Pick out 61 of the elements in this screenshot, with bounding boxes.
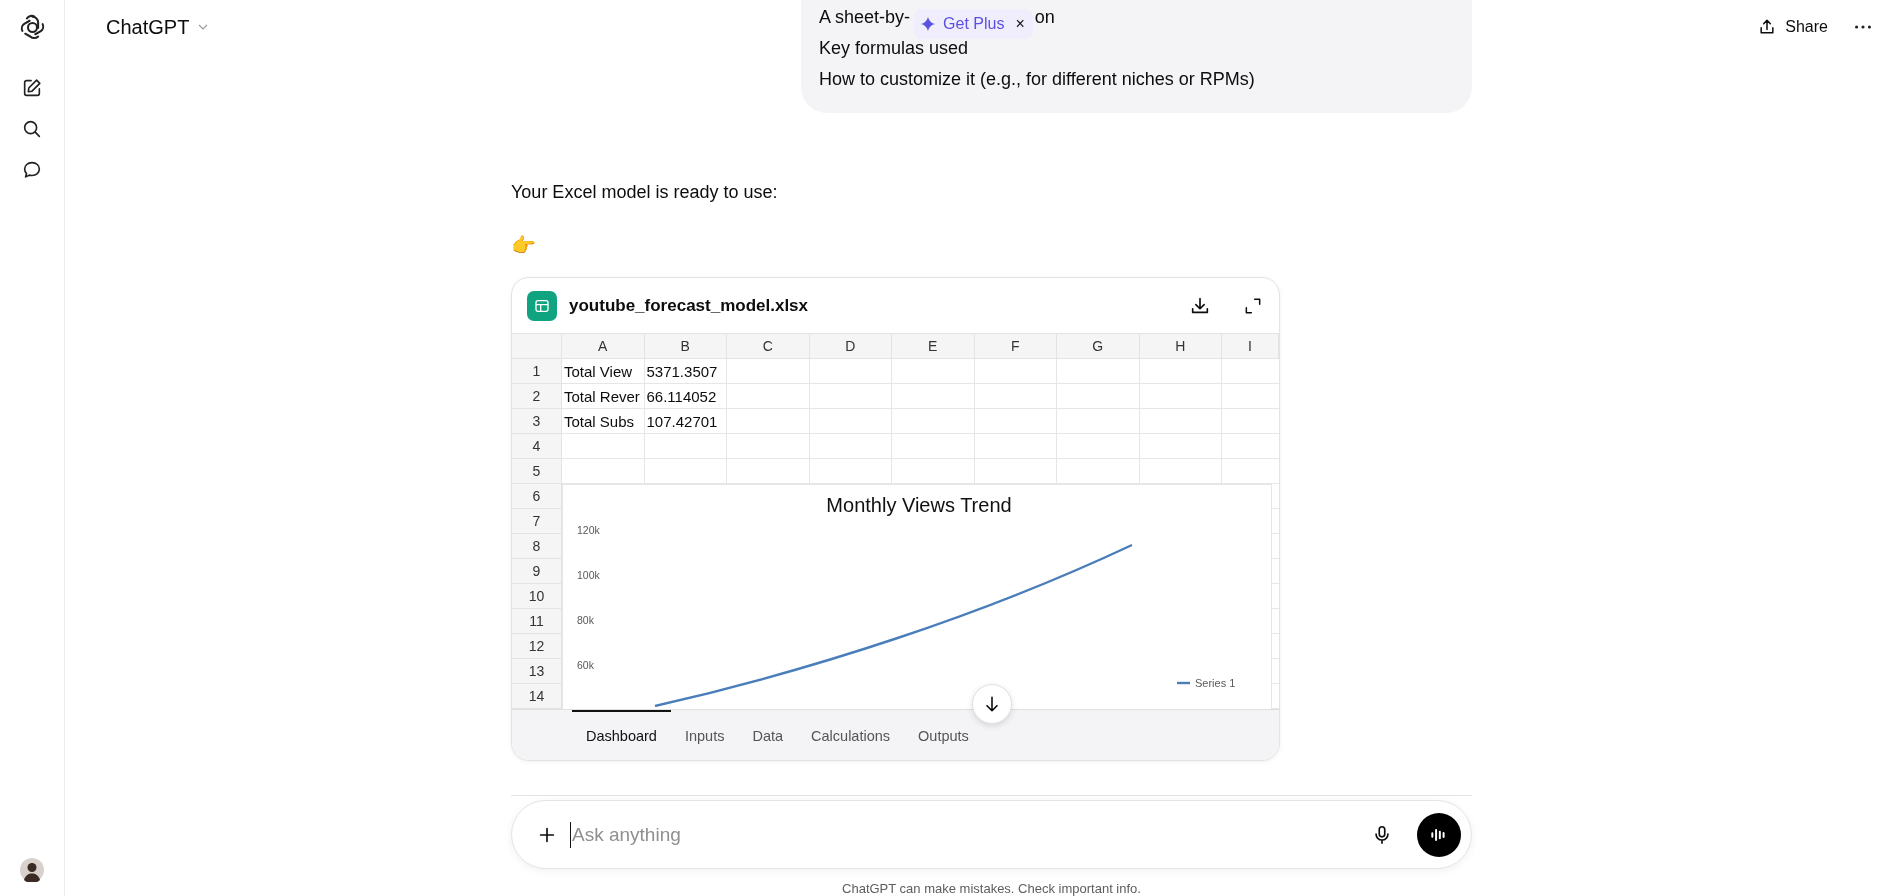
column-header: A: [562, 334, 645, 359]
row-number: 13: [512, 659, 562, 684]
assistant-message: Your Excel model is ready to use:: [511, 181, 779, 204]
sheet-tab[interactable]: Outputs: [904, 710, 983, 760]
row-number: 8: [512, 534, 562, 559]
voice-mode-button[interactable]: [1417, 812, 1461, 857]
column-header: D: [809, 334, 892, 359]
row-number: 10: [512, 584, 562, 609]
sheet-tab[interactable]: Calculations: [797, 710, 905, 760]
table-cell: Total Rever: [564, 388, 640, 405]
pointing-emoji: 👉: [511, 233, 536, 257]
axis-tick-label: 80k: [577, 614, 594, 626]
row-number: 3: [512, 409, 562, 434]
row-number: 12: [512, 634, 562, 659]
message-input[interactable]: Ask anything: [570, 821, 1359, 848]
search-icon[interactable]: [21, 118, 43, 140]
new-chat-icon[interactable]: [21, 77, 43, 99]
message-text: How to customize it (e.g., for different niches or RPMs): [819, 68, 1256, 91]
sheet-tab[interactable]: Data: [738, 710, 798, 760]
row-number: 6: [512, 484, 562, 509]
avatar[interactable]: [20, 858, 44, 882]
message-text: on: [1034, 6, 1055, 29]
row-number: 1: [512, 359, 562, 384]
logo-icon: [18, 14, 46, 41]
row-number: 14: [512, 684, 562, 709]
row-number: 7: [512, 509, 562, 534]
table-cell: 107.42701: [646, 413, 718, 430]
column-header: G: [1057, 334, 1140, 359]
row-number: 9: [512, 559, 562, 584]
row-number: 4: [512, 434, 562, 459]
legend-item: Series 1: [1177, 677, 1236, 689]
column-header: C: [727, 334, 810, 359]
close-icon[interactable]: ×: [1015, 8, 1025, 39]
chat-bubble-icon[interactable]: [21, 159, 43, 181]
sparkle-icon: [920, 15, 937, 32]
chart-title: Monthly Views Trend: [826, 494, 1012, 516]
column-header: E: [892, 334, 975, 359]
table-cell: Total View: [564, 363, 633, 380]
column-header: H: [1139, 334, 1222, 359]
column-header: B: [644, 334, 727, 359]
spreadsheet-icon: [527, 290, 557, 321]
message-text: Key formulas used: [819, 37, 970, 60]
column-header: F: [974, 334, 1057, 359]
table-cell: 5371.3507: [646, 363, 718, 380]
sheet-tab[interactable]: Dashboard: [572, 710, 671, 760]
get-plus-button[interactable]: Get Plus ×: [914, 8, 1033, 39]
row-number: 5: [512, 459, 562, 484]
share-button[interactable]: Share: [1751, 13, 1834, 41]
column-header: I: [1222, 334, 1279, 359]
model-title[interactable]: ChatGPT: [106, 15, 190, 39]
axis-tick-label: 100k: [577, 569, 600, 581]
axis-tick-label: 120k: [577, 524, 600, 536]
sheet-tab[interactable]: Inputs: [670, 710, 739, 760]
axis-tick-label: 60k: [577, 659, 594, 671]
file-name: youtube_forecast_model.xlsx: [569, 295, 810, 316]
disclaimer-text: ChatGPT can make mistakes. Check important info.: [841, 881, 1142, 896]
row-number: 2: [512, 384, 562, 409]
table-cell: 66.114052: [646, 388, 717, 405]
message-text: A sheet-by-: [819, 6, 911, 29]
table-cell: Total Subs: [564, 413, 635, 430]
row-number: 11: [512, 609, 562, 634]
